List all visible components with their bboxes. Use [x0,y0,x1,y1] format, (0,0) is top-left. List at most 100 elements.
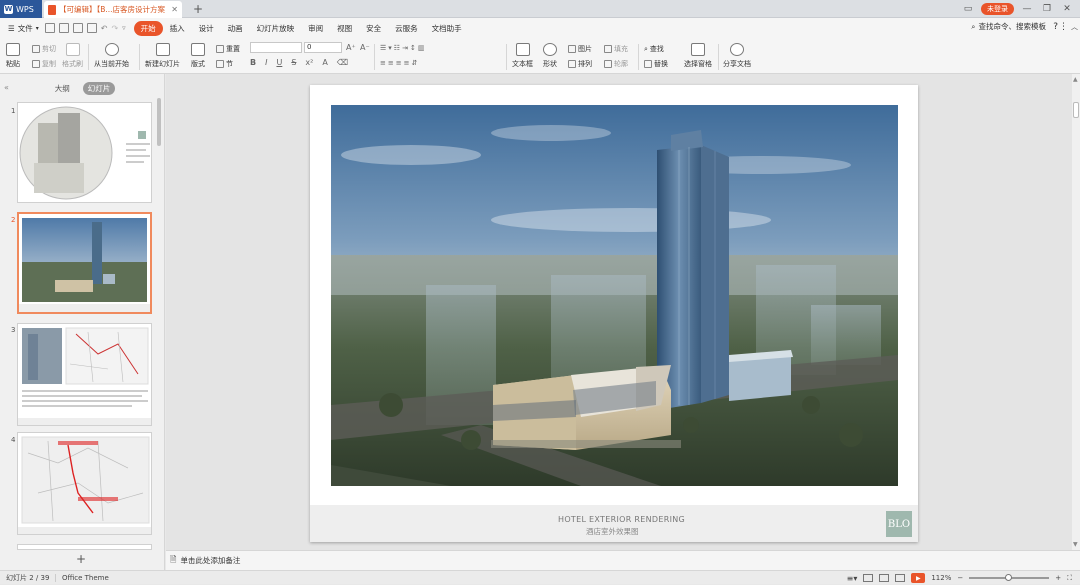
share-doc-button[interactable]: 分享文档 [723,43,751,69]
document-tab[interactable]: 【可编辑】【B...店客房设计方案 ✕ [44,1,182,18]
menu-security[interactable]: 安全 [359,21,388,36]
find-button[interactable]: ⌕ 查找 [644,44,664,54]
zoom-slider[interactable] [969,574,1050,581]
redo-icon[interactable]: ↷ [111,24,118,33]
indent-icon[interactable]: ⇥ [402,44,408,52]
save-icon[interactable] [44,23,55,33]
scroll-up-icon[interactable]: ▲ [1073,76,1078,83]
slide-thumbnail-1[interactable] [17,102,152,203]
replace-button[interactable]: 替换 [644,59,668,69]
export-icon[interactable] [86,23,97,33]
close-tab-icon[interactable]: ✕ [171,5,178,14]
slide-thumbnail-5[interactable] [17,544,152,550]
window-layout-icon[interactable]: ▭ [961,2,975,16]
format-painter-button[interactable]: 格式刷 [62,43,83,69]
bullet-list-icon[interactable]: ☰ [380,44,386,52]
tab-outline[interactable]: 大纲 [50,82,75,95]
new-slide-button[interactable]: 新建幻灯片 [145,43,180,69]
layout-button[interactable]: 版式 [191,43,205,69]
customize-icon[interactable]: ▿ [122,24,126,32]
fill-label: 填充 [614,45,628,53]
notes-toggle-icon[interactable]: ≡▾ [847,574,858,583]
slideshow-play-button[interactable]: ▶ [911,573,926,583]
new-tab-button[interactable]: + [191,1,205,17]
slide-thumbnail-3[interactable] [17,323,152,426]
tab-slides[interactable]: 幻灯片 [82,82,116,95]
font-name-input[interactable] [250,42,302,53]
print-preview-icon[interactable] [72,23,83,33]
current-slide[interactable]: HOTEL EXTERIOR RENDERING 酒店室外效果图 BLO [310,85,918,542]
menu-slideshow[interactable]: 幻灯片放映 [250,21,302,36]
underline-icon[interactable]: U [276,58,282,67]
play-from-current-button[interactable]: 从当前开始 [94,43,129,69]
zoom-level[interactable]: 112% [931,574,951,582]
selection-pane-button[interactable]: 选择窗格 [684,43,712,69]
text-direction-icon[interactable]: ⇵ [412,59,418,67]
textbox-button[interactable]: 文本框 [512,43,533,69]
numbered-list-icon[interactable]: ☷ [394,44,400,52]
superscript-icon[interactable]: x² [305,58,313,67]
scrollbar-thumb[interactable] [1073,102,1079,118]
command-search[interactable]: ⌕ 查找命令、搜索模板 [971,21,1046,32]
copy-button[interactable]: 复制 [32,59,56,69]
normal-view-icon[interactable] [863,574,874,582]
login-button[interactable]: 未登录 [981,3,1014,15]
columns-icon[interactable]: ▥ [418,44,425,52]
grow-font-icon[interactable]: A⁺ [346,43,356,52]
file-menu[interactable]: ☰ 文件 ▾ [6,23,45,34]
reading-view-icon[interactable] [895,574,906,582]
fill-button[interactable]: 填充 [604,44,628,54]
font-size-input[interactable]: 0 [304,42,342,53]
wps-home-tab[interactable]: W WPS [0,0,42,18]
align-left-icon[interactable]: ≡ [380,59,386,67]
notes-pane[interactable]: 🗎 单击此处添加备注 [166,550,1080,570]
align-right-icon[interactable]: ≡ [396,59,402,67]
minimize-icon[interactable]: — [1020,2,1034,16]
align-center-icon[interactable]: ≡ [388,59,394,67]
font-color-icon[interactable]: A [322,58,327,67]
zoom-out-icon[interactable]: − [957,574,963,582]
menu-cloud[interactable]: 云服务 [388,21,425,36]
arrange-button[interactable]: 排列 [568,59,592,69]
italic-icon[interactable]: I [265,58,267,67]
menu-insert[interactable]: 插入 [163,21,192,36]
menu-animation[interactable]: 动画 [221,21,250,36]
menu-view[interactable]: 视图 [330,21,359,36]
hotel-rendering-image[interactable] [331,105,898,486]
slide-thumbnail-4[interactable] [17,432,152,535]
more-icon[interactable]: ⋮ [1059,22,1068,32]
close-window-icon[interactable]: ✕ [1060,2,1074,16]
scroll-down-icon[interactable]: ▼ [1073,541,1078,548]
collapse-ribbon-icon[interactable]: ︿ [1071,22,1078,32]
panel-scrollbar[interactable] [157,98,161,146]
clear-format-icon[interactable]: ⌫ [337,58,348,67]
strikethrough-icon[interactable]: S [291,58,296,67]
print-icon[interactable] [58,23,69,33]
restore-icon[interactable]: ❐ [1040,2,1054,16]
outline-button[interactable]: 轮廓 [604,59,628,69]
zoom-in-icon[interactable]: + [1055,574,1061,582]
cut-button[interactable]: 剪切 [32,44,56,54]
picture-button[interactable]: 图片 [568,44,592,54]
paste-button[interactable]: 粘贴 [6,43,20,69]
menu-review[interactable]: 审阅 [301,21,330,36]
add-slide-icon[interactable]: + [76,552,86,566]
undo-icon[interactable]: ↶ [101,24,108,33]
zoom-slider-handle[interactable] [1005,574,1013,581]
shrink-font-icon[interactable]: A⁻ [360,43,370,52]
menu-doc-assistant[interactable]: 文档助手 [425,21,469,36]
reset-button[interactable]: 重置 [216,44,240,54]
line-spacing-icon[interactable]: ↕ [410,44,416,52]
justify-icon[interactable]: ≡ [404,59,410,67]
help-icon[interactable]: ? [1053,22,1058,32]
outline-icon [604,60,612,68]
shape-button[interactable]: 形状 [543,43,557,69]
slide-sorter-icon[interactable] [879,574,890,582]
slide-thumbnail-2[interactable] [17,212,152,314]
fit-window-icon[interactable]: ⛶ [1067,574,1072,583]
menu-home[interactable]: 开始 [133,20,163,36]
vertical-scrollbar[interactable]: ▲ ▼ [1072,74,1080,550]
bold-icon[interactable]: B [250,58,256,67]
menu-design[interactable]: 设计 [192,21,221,36]
section-button[interactable]: 节 [216,59,233,69]
